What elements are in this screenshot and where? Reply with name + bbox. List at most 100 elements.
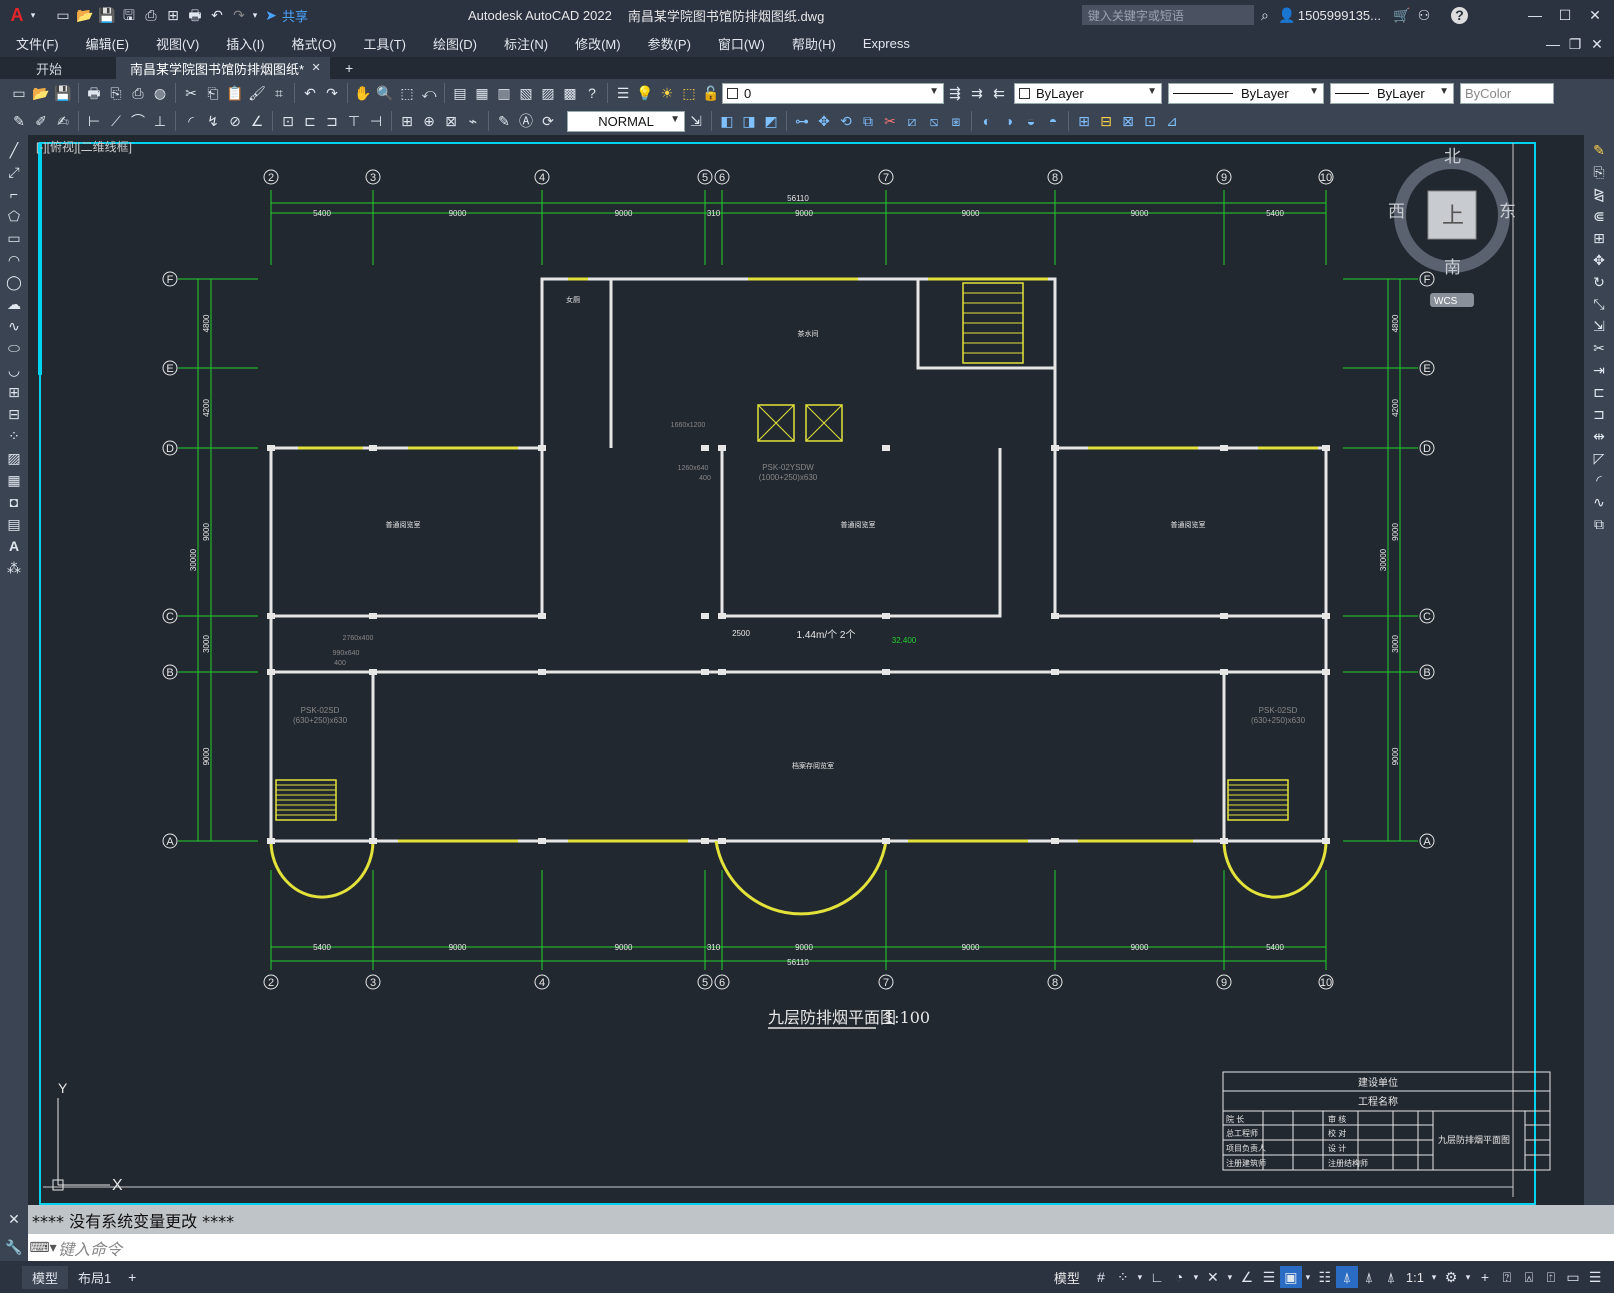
point-icon[interactable]: ⁘ <box>3 425 25 447</box>
viewcube-west[interactable]: 西 <box>1388 202 1405 221</box>
tool-icon[interactable]: ✎ <box>8 110 30 132</box>
tab-close-icon[interactable]: ✕ <box>308 57 324 79</box>
material-icon[interactable]: ◑ <box>998 110 1020 132</box>
add-selected-icon[interactable]: ⁂ <box>3 557 25 579</box>
center-mark-icon[interactable]: ⊕ <box>418 110 440 132</box>
tab-model[interactable]: 模型 <box>22 1265 69 1289</box>
camera-icon[interactable]: ◓ <box>1042 110 1064 132</box>
dim-ordinate-icon[interactable]: ⊥ <box>149 110 171 132</box>
undo-icon[interactable]: ↶ <box>206 4 228 26</box>
polygon-icon[interactable]: ⬠ <box>3 205 25 227</box>
saveas-icon[interactable]: 🖫 <box>118 4 140 26</box>
model-space-button[interactable]: 模型 <box>1054 1268 1080 1287</box>
pan-icon[interactable]: ✋ <box>352 82 374 104</box>
array-icon[interactable]: ⊞ <box>1588 227 1610 249</box>
minimize-icon[interactable]: — <box>1524 4 1546 26</box>
zoom-previous-icon[interactable]: ⤺ <box>418 82 440 104</box>
dim-jogged-icon[interactable]: ↯ <box>202 110 224 132</box>
autocad-logo-icon[interactable]: A <box>6 4 28 26</box>
menu-window[interactable]: 窗口(W) <box>702 34 776 53</box>
selection-cycle-icon[interactable]: ☷ <box>1314 1266 1336 1288</box>
image-icon[interactable]: ⊿ <box>1161 110 1183 132</box>
revcloud-icon[interactable]: ☁ <box>3 293 25 315</box>
tolerance-icon[interactable]: ⊞ <box>396 110 418 132</box>
copy-icon[interactable]: ⎗ <box>202 82 224 104</box>
mirror-3d-icon[interactable]: ⧉ <box>857 110 879 132</box>
dim-angular-icon[interactable]: ∠ <box>246 110 268 132</box>
viewport-label[interactable]: [-][俯视][二维线框] <box>36 139 132 154</box>
extract-icon[interactable]: ⧅ <box>923 110 945 132</box>
quick-dim-icon[interactable]: ⊡ <box>277 110 299 132</box>
tab-start[interactable]: 开始 <box>22 57 76 79</box>
layer-previous-icon[interactable]: ⇉ <box>966 82 988 104</box>
construction-line-icon[interactable]: ⤢ <box>3 161 25 183</box>
chevron-down-icon[interactable]: ▾ <box>1462 1266 1474 1288</box>
redo-icon[interactable]: ↷ <box>228 4 250 26</box>
spline-icon[interactable]: ∿ <box>3 315 25 337</box>
markup-icon[interactable]: ▨ <box>537 82 559 104</box>
viewcube-wcs[interactable]: WCS <box>1434 296 1458 307</box>
layer-select[interactable]: 0 ▼ <box>722 82 944 104</box>
chevron-down-icon[interactable]: ▾ <box>1190 1266 1202 1288</box>
move-icon[interactable]: ✥ <box>1588 249 1610 271</box>
rectangle-icon[interactable]: ▭ <box>3 227 25 249</box>
user-icon[interactable]: 👤 <box>1276 4 1298 26</box>
zoom-realtime-icon[interactable]: 🔍 <box>374 82 396 104</box>
stretch-icon[interactable]: ⇲ <box>1588 315 1610 337</box>
gradient-icon[interactable]: ▦ <box>3 469 25 491</box>
bulb-icon[interactable]: 💡 <box>634 82 656 104</box>
tab-layout1[interactable]: 布局1 <box>68 1266 121 1289</box>
gear-icon[interactable]: ⚙ <box>1440 1266 1462 1288</box>
menu-view[interactable]: 视图(V) <box>140 34 210 53</box>
dim-break-icon[interactable]: ⊣ <box>365 110 387 132</box>
subtract-icon[interactable]: ◩ <box>760 110 782 132</box>
hatch-icon[interactable]: ▨ <box>3 447 25 469</box>
erase-icon[interactable]: ✎ <box>1588 139 1610 161</box>
hardware-accel-icon[interactable]: ⍓ <box>1518 1266 1540 1288</box>
publish-icon[interactable]: ⎙ <box>127 82 149 104</box>
zoom-window-icon[interactable]: ⬚ <box>396 82 418 104</box>
freeze-icon[interactable]: ⬚ <box>678 82 700 104</box>
join-icon[interactable]: ⇹ <box>1588 425 1610 447</box>
menu-draw[interactable]: 绘图(D) <box>417 34 488 53</box>
annotation-scale-icon[interactable]: ⍋ <box>1380 1266 1402 1288</box>
layer-states-icon[interactable]: ⇇ <box>988 82 1010 104</box>
render-icon[interactable]: ◐ <box>976 110 998 132</box>
matchprop-icon[interactable]: 🖌 <box>246 82 268 104</box>
maximize-icon[interactable]: ☐ <box>1554 4 1576 26</box>
copy-icon[interactable]: ⎘ <box>1588 161 1610 183</box>
command-input[interactable]: ⌨▾ 键入命令 <box>28 1234 1614 1261</box>
extend-icon[interactable]: ⇥ <box>1588 359 1610 381</box>
chevron-down-icon[interactable]: ▾ <box>28 4 38 26</box>
doc-minimize-icon[interactable]: — <box>1542 33 1564 55</box>
new-icon[interactable]: ▭ <box>52 4 74 26</box>
clip-icon[interactable]: ⊡ <box>1139 110 1161 132</box>
save-icon[interactable]: 💾 <box>96 4 118 26</box>
chevron-down-icon[interactable]: ▾ <box>250 4 260 26</box>
annotation-visible-icon[interactable]: ⍋ <box>1335 1266 1358 1288</box>
dim-linear-icon[interactable]: ⊢ <box>83 110 105 132</box>
dim-diameter-icon[interactable]: ⊘ <box>224 110 246 132</box>
menu-tools[interactable]: 工具(T) <box>347 34 417 53</box>
menu-file[interactable]: 文件(F) <box>0 34 70 53</box>
make-block-icon[interactable]: ⊟ <box>3 403 25 425</box>
slice-icon[interactable]: ✂ <box>879 110 901 132</box>
circle-icon[interactable]: ◯ <box>3 271 25 293</box>
table-icon[interactable]: ▤ <box>3 513 25 535</box>
tab-document[interactable]: 南昌某学院图书馆防排烟图纸* ✕ <box>116 57 331 79</box>
plus-icon[interactable]: + <box>1474 1266 1496 1288</box>
union-icon[interactable]: ◨ <box>738 110 760 132</box>
attach-icon[interactable]: ⊟ <box>1095 110 1117 132</box>
menu-modify[interactable]: 修改(M) <box>559 34 632 53</box>
section-icon[interactable]: ⧄ <box>901 110 923 132</box>
scale-icon[interactable]: ⤡ <box>1588 293 1610 315</box>
osnap-track-icon[interactable]: ∠ <box>1236 1266 1258 1288</box>
viewcube-south[interactable]: 南 <box>1444 258 1461 277</box>
rotate-icon[interactable]: ↻ <box>1588 271 1610 293</box>
blockedit-icon[interactable]: ⌗ <box>268 82 290 104</box>
menu-help[interactable]: 帮助(H) <box>776 34 847 53</box>
transparency-icon[interactable]: ▣ <box>1279 1266 1302 1288</box>
insert-block-icon[interactable]: ⊞ <box>3 381 25 403</box>
mirror-icon[interactable]: ⧎ <box>1588 183 1610 205</box>
dim-baseline-icon[interactable]: ⊏ <box>299 110 321 132</box>
